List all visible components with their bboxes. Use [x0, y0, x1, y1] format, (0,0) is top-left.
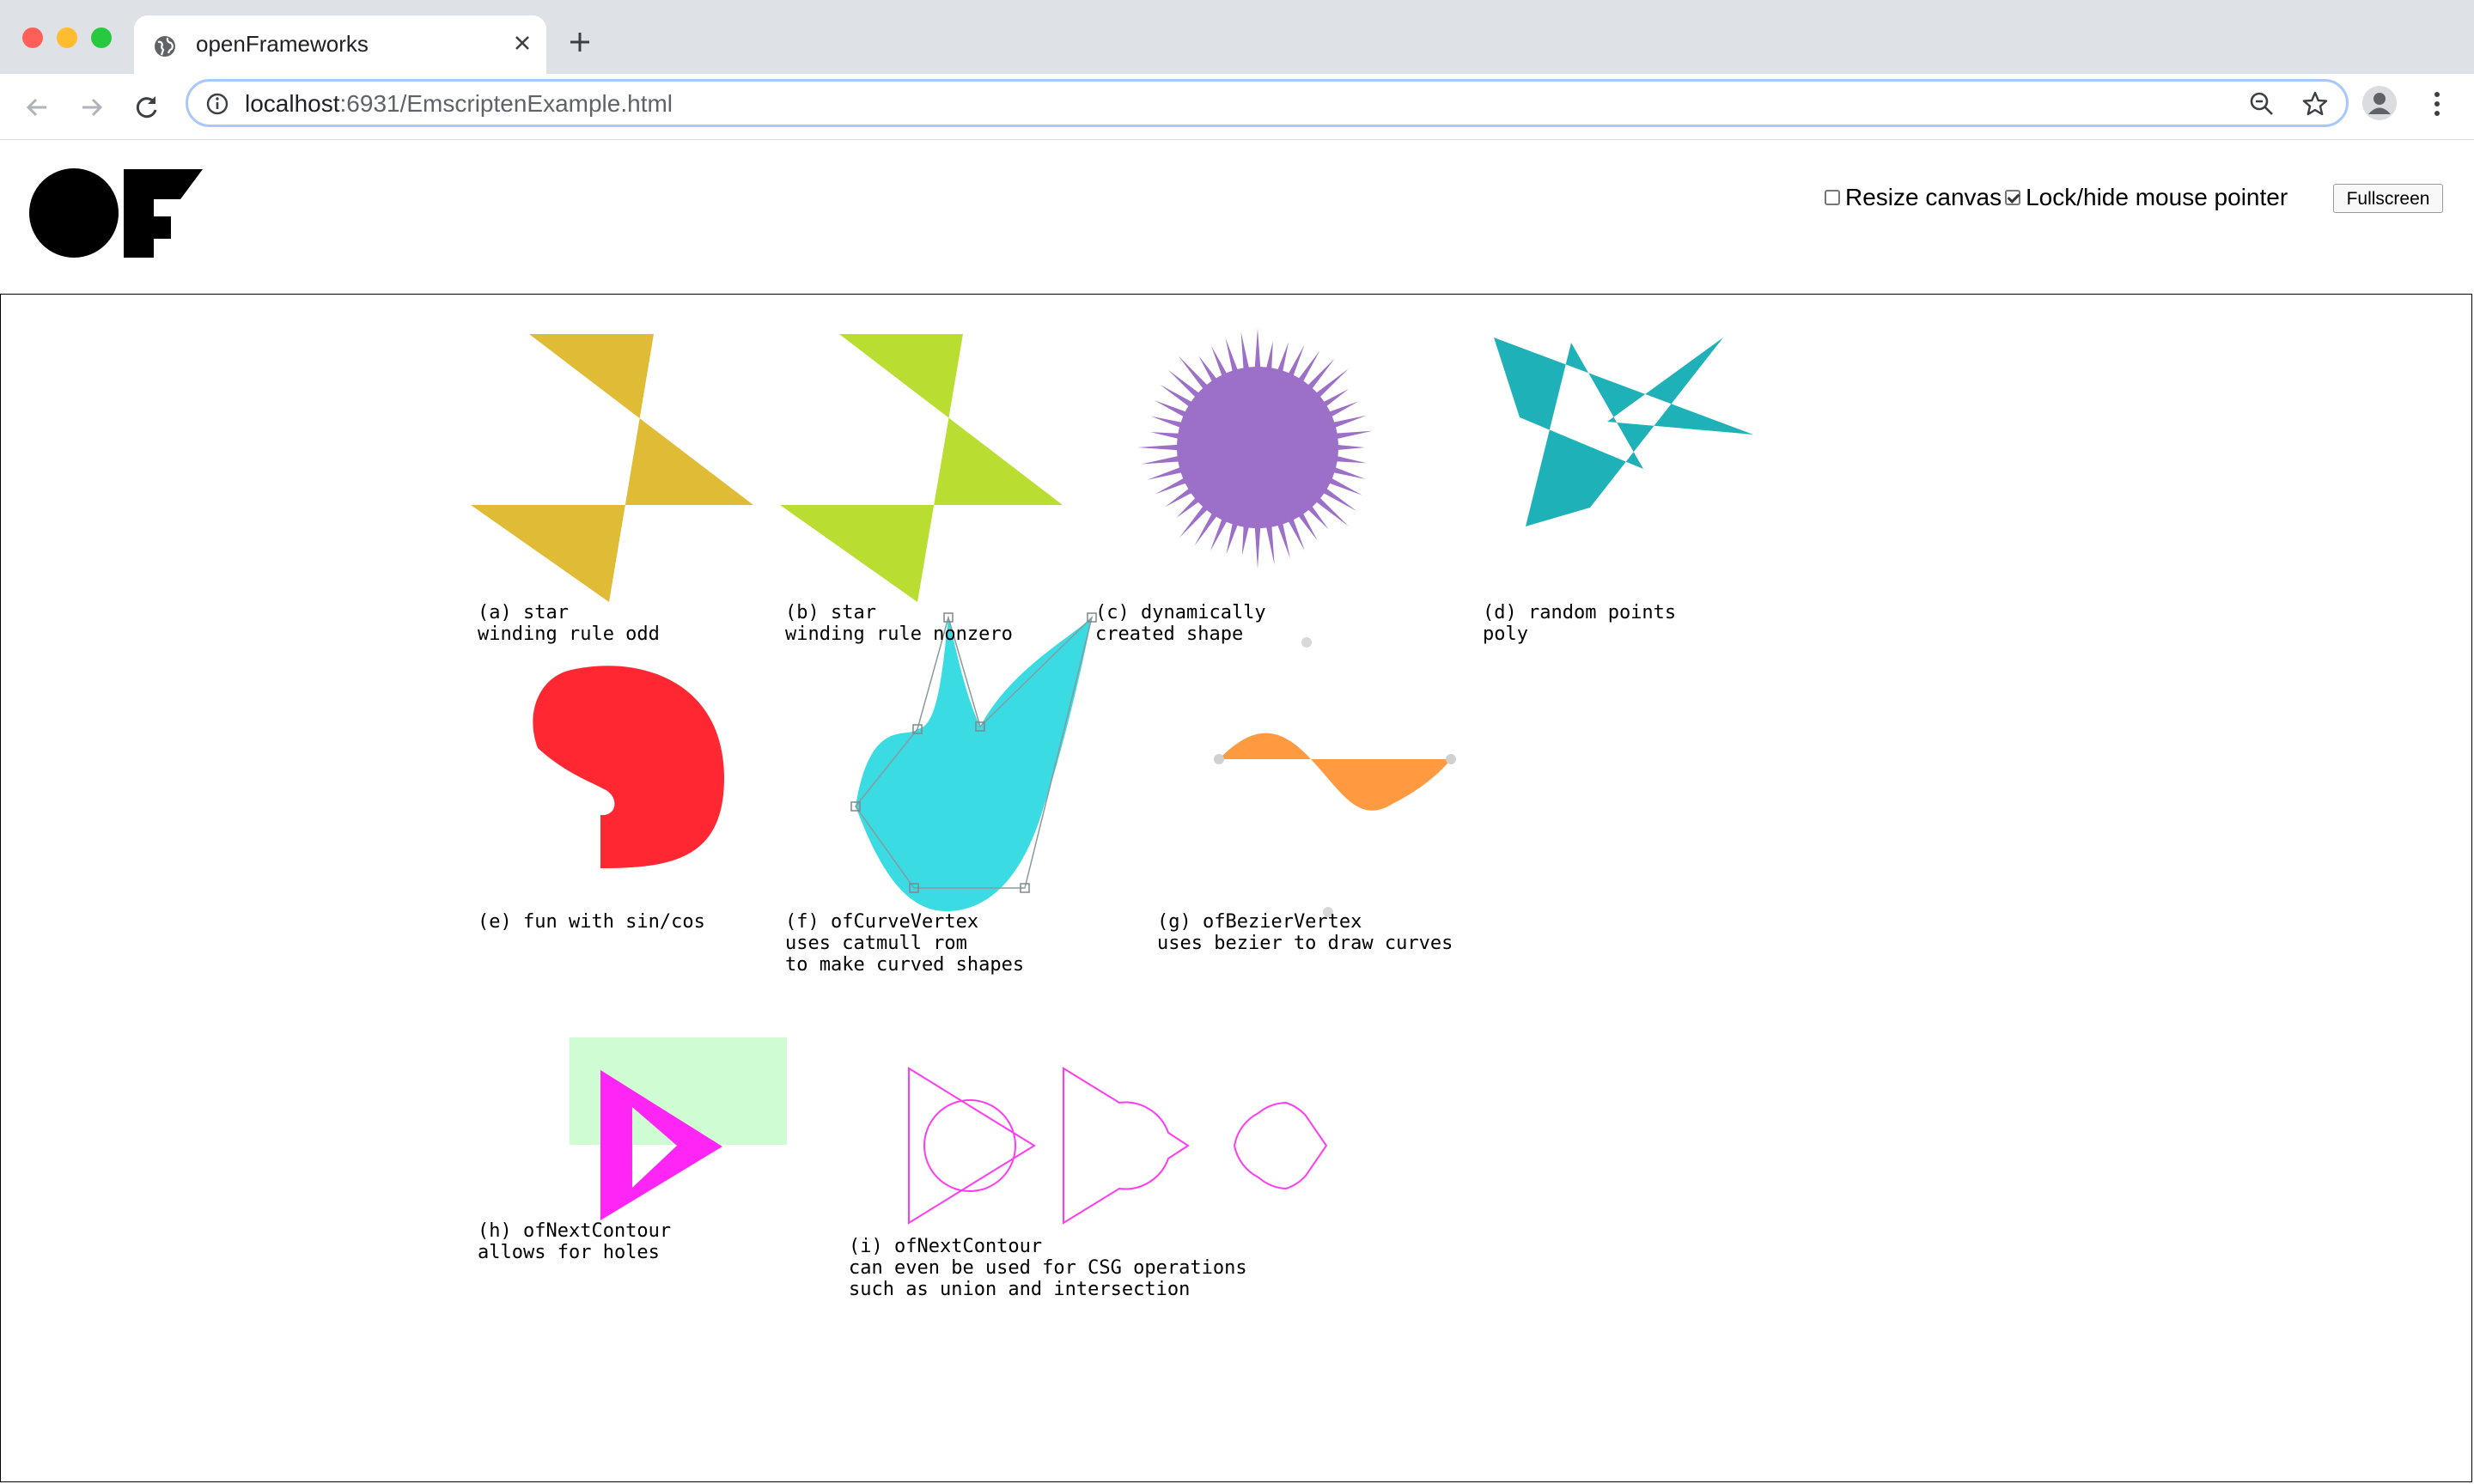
kebab-menu-icon[interactable]	[2424, 89, 2450, 119]
caption-line: (a) star	[478, 602, 569, 623]
fullscreen-button[interactable]: Fullscreen	[2333, 184, 2443, 213]
resize-canvas-checkbox[interactable]	[1825, 190, 1840, 205]
avatar-icon[interactable]	[2362, 86, 2397, 120]
caption-line: (e) fun with sin/cos	[478, 911, 705, 933]
openframeworks-logo	[29, 168, 203, 258]
plus-icon[interactable]	[567, 29, 593, 55]
sin-cos-spiral	[533, 666, 724, 868]
caption-a: (a) star winding rule odd	[478, 602, 660, 645]
caption-line: allows for holes	[478, 1242, 660, 1263]
zoom-out-icon[interactable]	[2248, 90, 2276, 118]
tab-strip: openFrameworks	[0, 0, 2474, 74]
sunburst-shape	[1137, 328, 1373, 569]
star-odd-shape	[471, 334, 753, 602]
lock-pointer-label: Lock/hide mouse pointer	[2026, 184, 2288, 210]
window-minimize-button[interactable]	[57, 27, 77, 48]
window-close-button[interactable]	[22, 27, 43, 48]
caption-line: can even be used for CSG operations	[849, 1257, 1247, 1279]
caption-line: (d) random points	[1483, 602, 1677, 623]
caption-line: such as union and intersection	[849, 1279, 1191, 1300]
caption-line: (i) ofNextContour	[849, 1236, 1043, 1257]
bezier-vertex-shape	[1214, 637, 1456, 917]
caption-b: (b) star winding rule nonzero	[785, 602, 1013, 645]
browser-tab[interactable]: openFrameworks	[134, 15, 546, 74]
address-bar[interactable]: localhost:6931/EmscriptenExample.html	[186, 79, 2349, 127]
caption-line: winding rule nonzero	[785, 623, 1013, 645]
close-icon[interactable]	[510, 31, 534, 55]
emscripten-canvas[interactable]: (a) star winding rule odd (b) star winding…	[0, 294, 2472, 1482]
url-path: :6931/EmscriptenExample.html	[339, 90, 673, 117]
caption-g: (g) ofBezierVertex uses bezier to draw cu…	[1157, 911, 1453, 954]
curve-vertex-shape	[850, 612, 1097, 911]
caption-line: to make curved shapes	[785, 954, 1025, 976]
browser-toolbar: localhost:6931/EmscriptenExample.html	[0, 74, 2474, 140]
random-points-poly	[1494, 338, 1753, 526]
caption-line: uses catmull rom	[785, 933, 967, 954]
caption-i: (i) ofNextContour can even be used for CS…	[849, 1236, 1247, 1300]
caption-line: (b) star	[785, 602, 876, 623]
lock-pointer-checkbox[interactable]	[2005, 190, 2021, 205]
next-contour-csg	[908, 1067, 1328, 1225]
caption-line: (f) ofCurveVertex	[785, 911, 979, 933]
caption-d: (d) random points poly	[1483, 602, 1676, 645]
caption-e: (e) fun with sin/cos	[478, 911, 705, 933]
caption-line: created shape	[1095, 623, 1244, 645]
canvas-controls: Resize canvas Lock/hide mouse pointer	[1825, 184, 2291, 211]
caption-f: (f) ofCurveVertex uses catmull rom to make…	[785, 911, 1024, 976]
tab-title: openFrameworks	[196, 31, 369, 57]
arrow-left-icon[interactable]	[22, 93, 52, 122]
caption-line: uses bezier to draw curves	[1157, 933, 1453, 954]
star-nonzero-shape	[780, 334, 1063, 602]
url-host: localhost	[245, 90, 340, 117]
star-icon[interactable]	[2301, 90, 2329, 118]
reload-icon[interactable]	[132, 93, 161, 122]
next-contour-holes	[570, 1037, 787, 1220]
caption-h: (h) ofNextContour allows for holes	[478, 1220, 671, 1263]
caption-line: (h) ofNextContour	[478, 1220, 672, 1242]
arrow-right-icon[interactable]	[77, 93, 107, 122]
caption-line: (c) dynamically	[1095, 602, 1266, 623]
window-zoom-button[interactable]	[91, 27, 112, 48]
caption-c: (c) dynamically created shape	[1095, 602, 1266, 645]
resize-canvas-label: Resize canvas	[1845, 184, 2002, 210]
caption-line: winding rule odd	[478, 623, 660, 645]
canvas-drawing	[471, 328, 1753, 1225]
caption-line: (g) ofBezierVertex	[1157, 911, 1362, 933]
info-icon[interactable]	[205, 92, 229, 116]
caption-line: poly	[1483, 623, 1528, 645]
globe-icon	[155, 36, 175, 57]
url-text: localhost:6931/EmscriptenExample.html	[245, 90, 673, 118]
